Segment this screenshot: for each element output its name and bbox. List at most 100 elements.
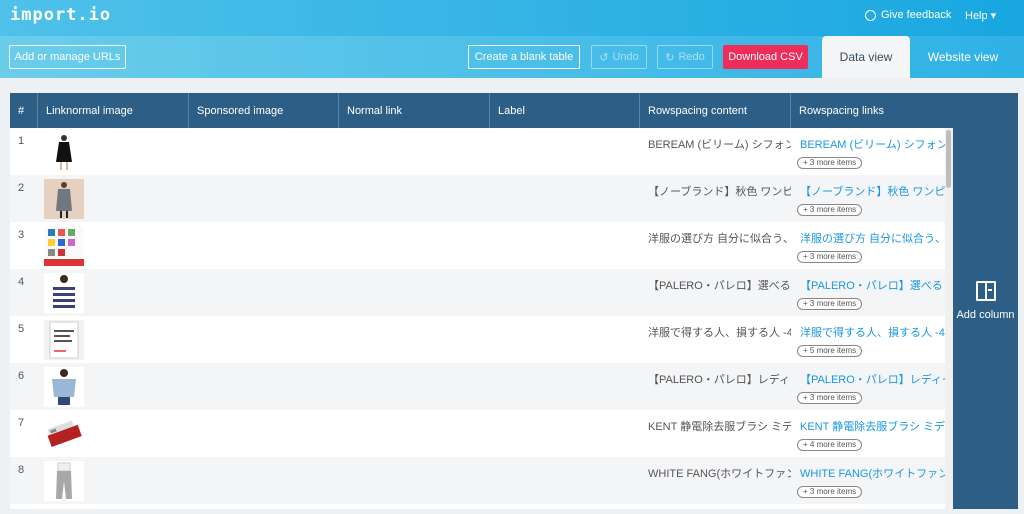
- rowspacing-content-cell[interactable]: 洋服で得する人、損する人 -4...: [640, 316, 791, 363]
- normal-link-cell[interactable]: [339, 316, 490, 363]
- download-csv-button[interactable]: Download CSV: [723, 45, 808, 69]
- rowspacing-link[interactable]: 【PALERO・パレロ】レディー...: [800, 371, 945, 387]
- sponsored-image-cell[interactable]: [189, 128, 339, 175]
- label-cell[interactable]: [490, 410, 640, 457]
- give-feedback-link[interactable]: Give feedback: [865, 9, 951, 21]
- label-cell[interactable]: [490, 222, 640, 269]
- normal-link-cell[interactable]: [339, 128, 490, 175]
- rowspacing-link[interactable]: KENT 静電除去服ブラシ ミデ...: [800, 418, 945, 434]
- logo[interactable]: import.io: [10, 5, 111, 25]
- sponsored-image-cell[interactable]: [189, 363, 339, 410]
- table-row[interactable]: 4 【PALERO・パレロ】選べる６... 【PALERO・パレロ】選べる６... +…: [10, 269, 945, 316]
- rowspacing-links-cell[interactable]: 【PALERO・パレロ】レディー... + 3 more items: [791, 363, 945, 410]
- linknormal-image-cell[interactable]: [38, 457, 189, 504]
- column-header-sponsored-image[interactable]: Sponsored image: [189, 93, 339, 128]
- linknormal-image-cell[interactable]: [38, 222, 189, 269]
- sponsored-image-cell[interactable]: [189, 269, 339, 316]
- table-row[interactable]: 6 【PALERO・パレロ】レディー... 【PALERO・パレロ】レディー... +…: [10, 363, 945, 410]
- linknormal-image-cell[interactable]: [38, 363, 189, 410]
- rowspacing-content-cell[interactable]: 【PALERO・パレロ】レディー...: [640, 363, 791, 410]
- rowspacing-link[interactable]: WHITE FANG(ホワイトファン...: [800, 465, 945, 481]
- label-cell[interactable]: [490, 457, 640, 504]
- undo-button[interactable]: ↺ Undo: [591, 45, 647, 69]
- column-header-label[interactable]: Label: [490, 93, 640, 128]
- sponsored-image-cell[interactable]: [189, 457, 339, 504]
- linknormal-image-cell[interactable]: [38, 269, 189, 316]
- rowspacing-content-cell[interactable]: BEREAM (ビリーム) シフォン...: [640, 128, 791, 175]
- product-thumbnail[interactable]: [44, 320, 84, 360]
- product-thumbnail[interactable]: [44, 226, 84, 266]
- normal-link-cell[interactable]: [339, 269, 490, 316]
- product-thumbnail[interactable]: [44, 414, 84, 454]
- linknormal-image-cell[interactable]: [38, 175, 189, 222]
- rowspacing-links-cell[interactable]: 【PALERO・パレロ】選べる６... + 3 more items: [791, 269, 945, 316]
- product-thumbnail[interactable]: [44, 132, 84, 172]
- more-items-badge[interactable]: + 3 more items: [797, 251, 863, 263]
- table-row[interactable]: 1 BEREAM (ビリーム) シフォン... BEREAM (ビリーム) シフォン…: [10, 128, 945, 175]
- rowspacing-link[interactable]: 【ノーブランド】秋色 ワンピ...: [800, 183, 945, 199]
- more-items-badge[interactable]: + 3 more items: [797, 486, 863, 498]
- rowspacing-link[interactable]: BEREAM (ビリーム) シフォン...: [800, 136, 945, 152]
- redo-button[interactable]: ↻ Redo: [657, 45, 713, 69]
- label-cell[interactable]: [490, 128, 640, 175]
- rowspacing-content-cell[interactable]: 洋服の選び方 自分に似合う、...: [640, 222, 791, 269]
- normal-link-cell[interactable]: [339, 457, 490, 504]
- more-items-badge[interactable]: + 5 more items: [797, 345, 863, 357]
- rowspacing-links-cell[interactable]: KENT 静電除去服ブラシ ミデ... + 4 more items: [791, 410, 945, 457]
- table-row[interactable]: 8 WHITE FANG(ホワイトファン... WHITE FANG(ホワイトファン…: [10, 457, 945, 504]
- rowspacing-content-cell[interactable]: 【PALERO・パレロ】選べる６...: [640, 269, 791, 316]
- rowspacing-links-cell[interactable]: 洋服の選び方 自分に似合う、... + 3 more items: [791, 222, 945, 269]
- sponsored-image-cell[interactable]: [189, 316, 339, 363]
- rowspacing-content-cell[interactable]: KENT 静電除去服ブラシ ミデ...: [640, 410, 791, 457]
- more-items-badge[interactable]: + 3 more items: [797, 392, 863, 404]
- product-thumbnail[interactable]: [44, 367, 84, 407]
- product-thumbnail[interactable]: [44, 179, 84, 219]
- label-cell[interactable]: [490, 363, 640, 410]
- label-cell[interactable]: [490, 269, 640, 316]
- column-header-rowspacing-content[interactable]: Rowspacing content: [640, 93, 791, 128]
- rowspacing-content-cell[interactable]: WHITE FANG(ホワイトファン...: [640, 457, 791, 504]
- rowspacing-links-cell[interactable]: BEREAM (ビリーム) シフォン... + 3 more items: [791, 128, 945, 175]
- help-menu[interactable]: Help ▾: [965, 9, 996, 22]
- more-items-badge[interactable]: + 3 more items: [797, 157, 863, 169]
- tab-data-view[interactable]: Data view: [822, 36, 910, 78]
- linknormal-image-cell[interactable]: [38, 410, 189, 457]
- table-row[interactable]: 3 洋服の選び方 自分に似合う、... 洋服の選び方 自分に似合う、... + 3 m…: [10, 222, 945, 269]
- add-urls-button[interactable]: Add or manage URLs: [9, 45, 126, 69]
- create-blank-table-button[interactable]: Create a blank table: [468, 45, 580, 69]
- table-row[interactable]: 2 【ノーブランド】秋色 ワンピ... 【ノーブランド】秋色 ワンピ... + 3 m…: [10, 175, 945, 222]
- more-items-badge[interactable]: + 4 more items: [797, 439, 863, 451]
- column-header-number[interactable]: #: [10, 93, 38, 128]
- rowspacing-link[interactable]: 【PALERO・パレロ】選べる６...: [800, 277, 945, 293]
- normal-link-cell[interactable]: [339, 363, 490, 410]
- rowspacing-content-cell[interactable]: 【ノーブランド】秋色 ワンピ...: [640, 175, 791, 222]
- add-column-button[interactable]: Add column: [953, 93, 1018, 509]
- linknormal-image-cell[interactable]: [38, 316, 189, 363]
- sponsored-image-cell[interactable]: [189, 410, 339, 457]
- sponsored-image-cell[interactable]: [189, 222, 339, 269]
- vertical-scrollbar[interactable]: [945, 128, 953, 509]
- product-thumbnail[interactable]: [44, 273, 84, 313]
- rowspacing-link[interactable]: 洋服で得する人、損する人 -4...: [800, 324, 945, 340]
- label-cell[interactable]: [490, 175, 640, 222]
- normal-link-cell[interactable]: [339, 175, 490, 222]
- tab-website-view[interactable]: Website view: [915, 36, 1011, 78]
- more-items-badge[interactable]: + 3 more items: [797, 298, 863, 310]
- label-cell[interactable]: [490, 316, 640, 363]
- table-row[interactable]: 5 洋服で得する人、損する人 -4... 洋服で得する人、損する人 -4... + 5…: [10, 316, 945, 363]
- sponsored-image-cell[interactable]: [189, 175, 339, 222]
- rowspacing-link[interactable]: 洋服の選び方 自分に似合う、...: [800, 230, 945, 246]
- rowspacing-links-cell[interactable]: 洋服で得する人、損する人 -4... + 5 more items: [791, 316, 945, 363]
- column-header-rowspacing-links[interactable]: Rowspacing links: [791, 93, 953, 128]
- table-row[interactable]: 7 KENT 静電除去服ブラシ ミデ... KENT 静電除去服ブラシ ミデ... +…: [10, 410, 945, 457]
- scrollbar-thumb[interactable]: [946, 130, 951, 188]
- column-header-normal-link[interactable]: Normal link: [339, 93, 490, 128]
- linknormal-image-cell[interactable]: [38, 128, 189, 175]
- normal-link-cell[interactable]: [339, 410, 490, 457]
- rowspacing-links-cell[interactable]: 【ノーブランド】秋色 ワンピ... + 3 more items: [791, 175, 945, 222]
- product-thumbnail[interactable]: [44, 461, 84, 501]
- column-header-linknormal-image[interactable]: Linknormal image: [38, 93, 189, 128]
- more-items-badge[interactable]: + 3 more items: [797, 204, 863, 216]
- rowspacing-links-cell[interactable]: WHITE FANG(ホワイトファン... + 3 more items: [791, 457, 945, 504]
- normal-link-cell[interactable]: [339, 222, 490, 269]
